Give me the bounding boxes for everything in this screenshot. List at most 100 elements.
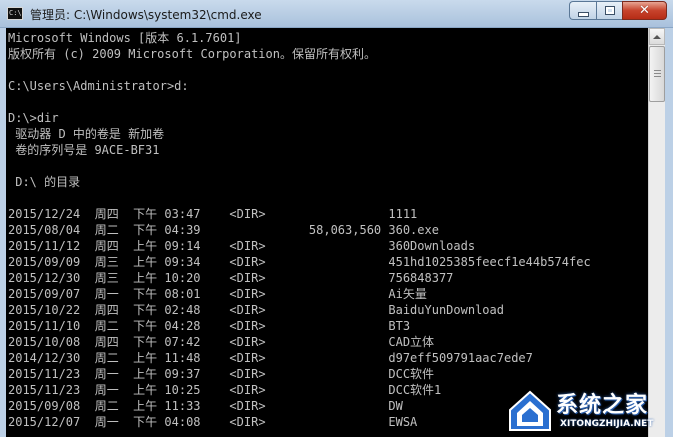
entry-ampm: 下午: [133, 303, 165, 317]
entry-type: <DIR>: [229, 367, 266, 381]
entry-weekday: 周三: [94, 271, 134, 285]
entry-time: 07:42: [164, 335, 230, 349]
title-bar[interactable]: C:\ 管理员: C:\Windows\system32\cmd.exe ✕: [0, 0, 673, 28]
entry-ampm: 上午: [133, 351, 165, 365]
entry-date: 2015/09/08: [8, 399, 95, 413]
entry-ampm: 上午: [133, 399, 165, 413]
entry-time: 10:25: [164, 383, 230, 397]
entry-name: 360.exe: [388, 223, 439, 237]
directory-entry: 2015/11/10 周二 下午 04:28 <DIR> BT3: [8, 318, 648, 334]
caption-buttons: ✕: [569, 1, 667, 20]
entry-weekday: 周二: [94, 399, 134, 413]
console-line: 卷的序列号是 9ACE-BF31: [8, 143, 160, 157]
entry-type: <DIR>: [229, 239, 266, 253]
entry-ampm: 上午: [133, 255, 165, 269]
entry-name: EWSA: [388, 415, 418, 429]
entry-size: [266, 367, 389, 381]
entry-date: 2015/09/07: [8, 287, 95, 301]
entry-weekday: 周四: [94, 335, 134, 349]
close-button[interactable]: ✕: [622, 1, 667, 20]
vertical-scrollbar[interactable]: [648, 28, 665, 437]
console-icon[interactable]: C:\: [7, 7, 23, 20]
entry-type: <DIR>: [229, 351, 266, 365]
entry-size: 58,063,560: [265, 223, 389, 237]
entry-ampm: 上午: [133, 367, 165, 381]
entry-date: 2015/11/23: [8, 383, 95, 397]
console-line: C:\Users\Administrator>d:: [8, 79, 189, 93]
entry-size: [266, 255, 389, 269]
console-output: Microsoft Windows [版本 6.1.7601] 版权所有 (c) …: [6, 28, 648, 430]
entry-name: CAD立体: [388, 335, 435, 349]
entry-ampm: 上午: [133, 239, 165, 253]
arrow-up-icon: [653, 34, 661, 39]
directory-entry: 2015/12/24 周四 下午 03:47 <DIR> 1111: [8, 206, 648, 222]
directory-entry: 2015/12/30 周三 上午 10:20 <DIR> 756848377: [8, 270, 648, 286]
minimize-button[interactable]: [569, 1, 596, 20]
console-line: D:\>dir: [8, 111, 59, 125]
entry-date: 2015/12/30: [8, 271, 95, 285]
entry-weekday: 周一: [94, 367, 134, 381]
entry-weekday: 周二: [94, 223, 134, 237]
watermark: 系统之家 XITONGZHIJIA.NET: [506, 383, 673, 437]
entry-type: <DIR>: [229, 287, 266, 301]
directory-entry: 2015/11/12 周四 上午 09:14 <DIR> 360Download…: [8, 238, 648, 254]
entry-date: 2015/11/12: [8, 239, 95, 253]
entry-time: 11:48: [164, 351, 230, 365]
entry-weekday: 周三: [94, 255, 134, 269]
entry-weekday: 周一: [94, 383, 134, 397]
entry-date: 2015/12/24: [8, 207, 95, 221]
entry-size: [266, 351, 389, 365]
entry-date: 2015/11/23: [8, 367, 95, 381]
entry-time: 04:08: [164, 415, 230, 429]
entry-date: 2015/09/09: [8, 255, 95, 269]
maximize-icon: [604, 6, 615, 15]
directory-entry: 2015/09/09 周三 上午 09:34 <DIR> 451hd102538…: [8, 254, 648, 270]
entry-ampm: 下午: [133, 223, 165, 237]
entry-name: DCC软件1: [388, 383, 442, 397]
entry-name: 360Downloads: [388, 239, 476, 253]
entry-type: [229, 223, 265, 237]
entry-weekday: 周四: [94, 239, 134, 253]
entry-type: <DIR>: [229, 207, 266, 221]
entry-size: [266, 271, 389, 285]
console-line: D:\ 的目录: [8, 175, 81, 189]
thumb-grip: [654, 73, 661, 74]
entry-ampm: 下午: [133, 319, 165, 333]
entry-ampm: 下午: [133, 415, 165, 429]
scroll-thumb[interactable]: [649, 46, 665, 102]
entry-type: <DIR>: [229, 319, 266, 333]
entry-date: 2014/12/30: [8, 351, 95, 365]
entry-name: DCC软件: [388, 367, 435, 381]
directory-entry: 2015/10/08 周四 下午 07:42 <DIR> CAD立体: [8, 334, 648, 350]
entry-time: 09:14: [164, 239, 230, 253]
entry-name: BaiduYunDownload: [388, 303, 504, 317]
entry-ampm: 上午: [133, 271, 165, 285]
scroll-up-button[interactable]: [649, 28, 665, 45]
entry-name: 451hd1025385feecf1e44b574fec: [388, 255, 591, 269]
entry-type: <DIR>: [229, 383, 266, 397]
console-output-area[interactable]: Microsoft Windows [版本 6.1.7601] 版权所有 (c) …: [6, 28, 648, 437]
entry-size: [266, 399, 389, 413]
entry-size: [266, 415, 389, 429]
entry-name: 1111: [388, 207, 418, 221]
entry-date: 2015/11/10: [8, 319, 95, 333]
entry-time: 04:28: [164, 319, 230, 333]
minimize-icon: [577, 12, 589, 17]
entry-time: 04:39: [164, 223, 230, 237]
maximize-button[interactable]: [596, 1, 622, 20]
entry-weekday: 周二: [94, 319, 134, 333]
entry-type: <DIR>: [229, 303, 266, 317]
entry-size: [266, 303, 389, 317]
entry-size: [266, 207, 389, 221]
directory-entry: 2015/10/22 周四 下午 02:48 <DIR> BaiduYunDow…: [8, 302, 648, 318]
thumb-grip: [654, 70, 661, 71]
entry-time: 10:20: [164, 271, 230, 285]
close-icon: ✕: [639, 3, 650, 18]
entry-type: <DIR>: [229, 271, 266, 285]
entry-size: [266, 335, 389, 349]
entry-date: 2015/10/22: [8, 303, 95, 317]
